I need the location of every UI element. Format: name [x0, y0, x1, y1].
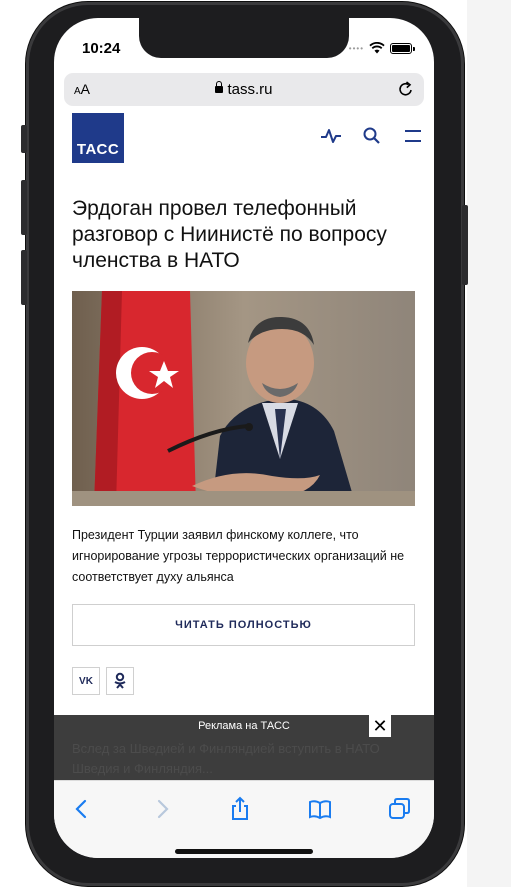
article-title[interactable]: Эрдоган провел телефонный разговор с Нии… [72, 196, 417, 274]
notch [139, 18, 349, 58]
address-bar[interactable]: AA tass.ru [64, 73, 424, 106]
share-icon[interactable] [227, 796, 253, 822]
vk-icon: VK [79, 675, 93, 687]
ok-share-button[interactable] [106, 667, 134, 695]
battery-icon [390, 42, 415, 54]
article-summary: Президент Турции заявил финскому коллеге… [72, 528, 405, 584]
menu-icon[interactable] [402, 125, 424, 147]
tabs-icon[interactable] [387, 796, 413, 822]
wifi-icon [369, 42, 385, 54]
signal-icon: •••• [348, 43, 364, 53]
ad-banner[interactable]: Реклама на ТАСС ✕ Вслед за Шведией и Фин… [54, 715, 434, 780]
site-logo[interactable]: ТАСС [72, 113, 124, 163]
reload-icon[interactable] [396, 79, 416, 99]
lock-icon [215, 81, 224, 93]
url-field[interactable]: tass.ru [64, 81, 424, 98]
backdrop [0, 0, 18, 887]
ad-background-text: Вслед за Шведией и Финляндией вступить в… [72, 739, 380, 779]
url-text: tass.ru [227, 81, 273, 98]
article-photo[interactable] [72, 291, 415, 506]
forward-icon[interactable] [149, 796, 175, 822]
close-icon[interactable]: ✕ [369, 715, 391, 737]
read-more-button[interactable]: ЧИТАТЬ ПОЛНОСТЬЮ [72, 604, 415, 646]
volume-up-button [21, 180, 27, 235]
status-icons: •••• [348, 42, 415, 54]
ad-ghost-line: Вслед за Шведией и Финляндией вступить в… [72, 741, 380, 756]
site-header: ТАСС [54, 113, 434, 163]
silent-switch [21, 125, 27, 153]
odnoklassniki-icon [114, 672, 126, 689]
browser-toolbar [54, 780, 434, 858]
power-button [462, 205, 468, 285]
back-icon[interactable] [69, 796, 95, 822]
bookmarks-icon[interactable] [307, 796, 333, 822]
search-icon[interactable] [361, 125, 383, 147]
ad-ghost-line: Шведия и Финляндия... [72, 761, 213, 776]
vk-share-button[interactable]: VK [72, 667, 100, 695]
article-photo-illustration [72, 291, 415, 506]
backdrop [467, 0, 511, 887]
volume-down-button [21, 250, 27, 305]
pulse-icon[interactable] [320, 125, 342, 147]
status-time: 10:24 [82, 40, 121, 57]
home-indicator [175, 849, 313, 854]
phone-screen: 10:24 •••• AA tass.ru ТАСС Эрдоган прове… [54, 18, 434, 858]
